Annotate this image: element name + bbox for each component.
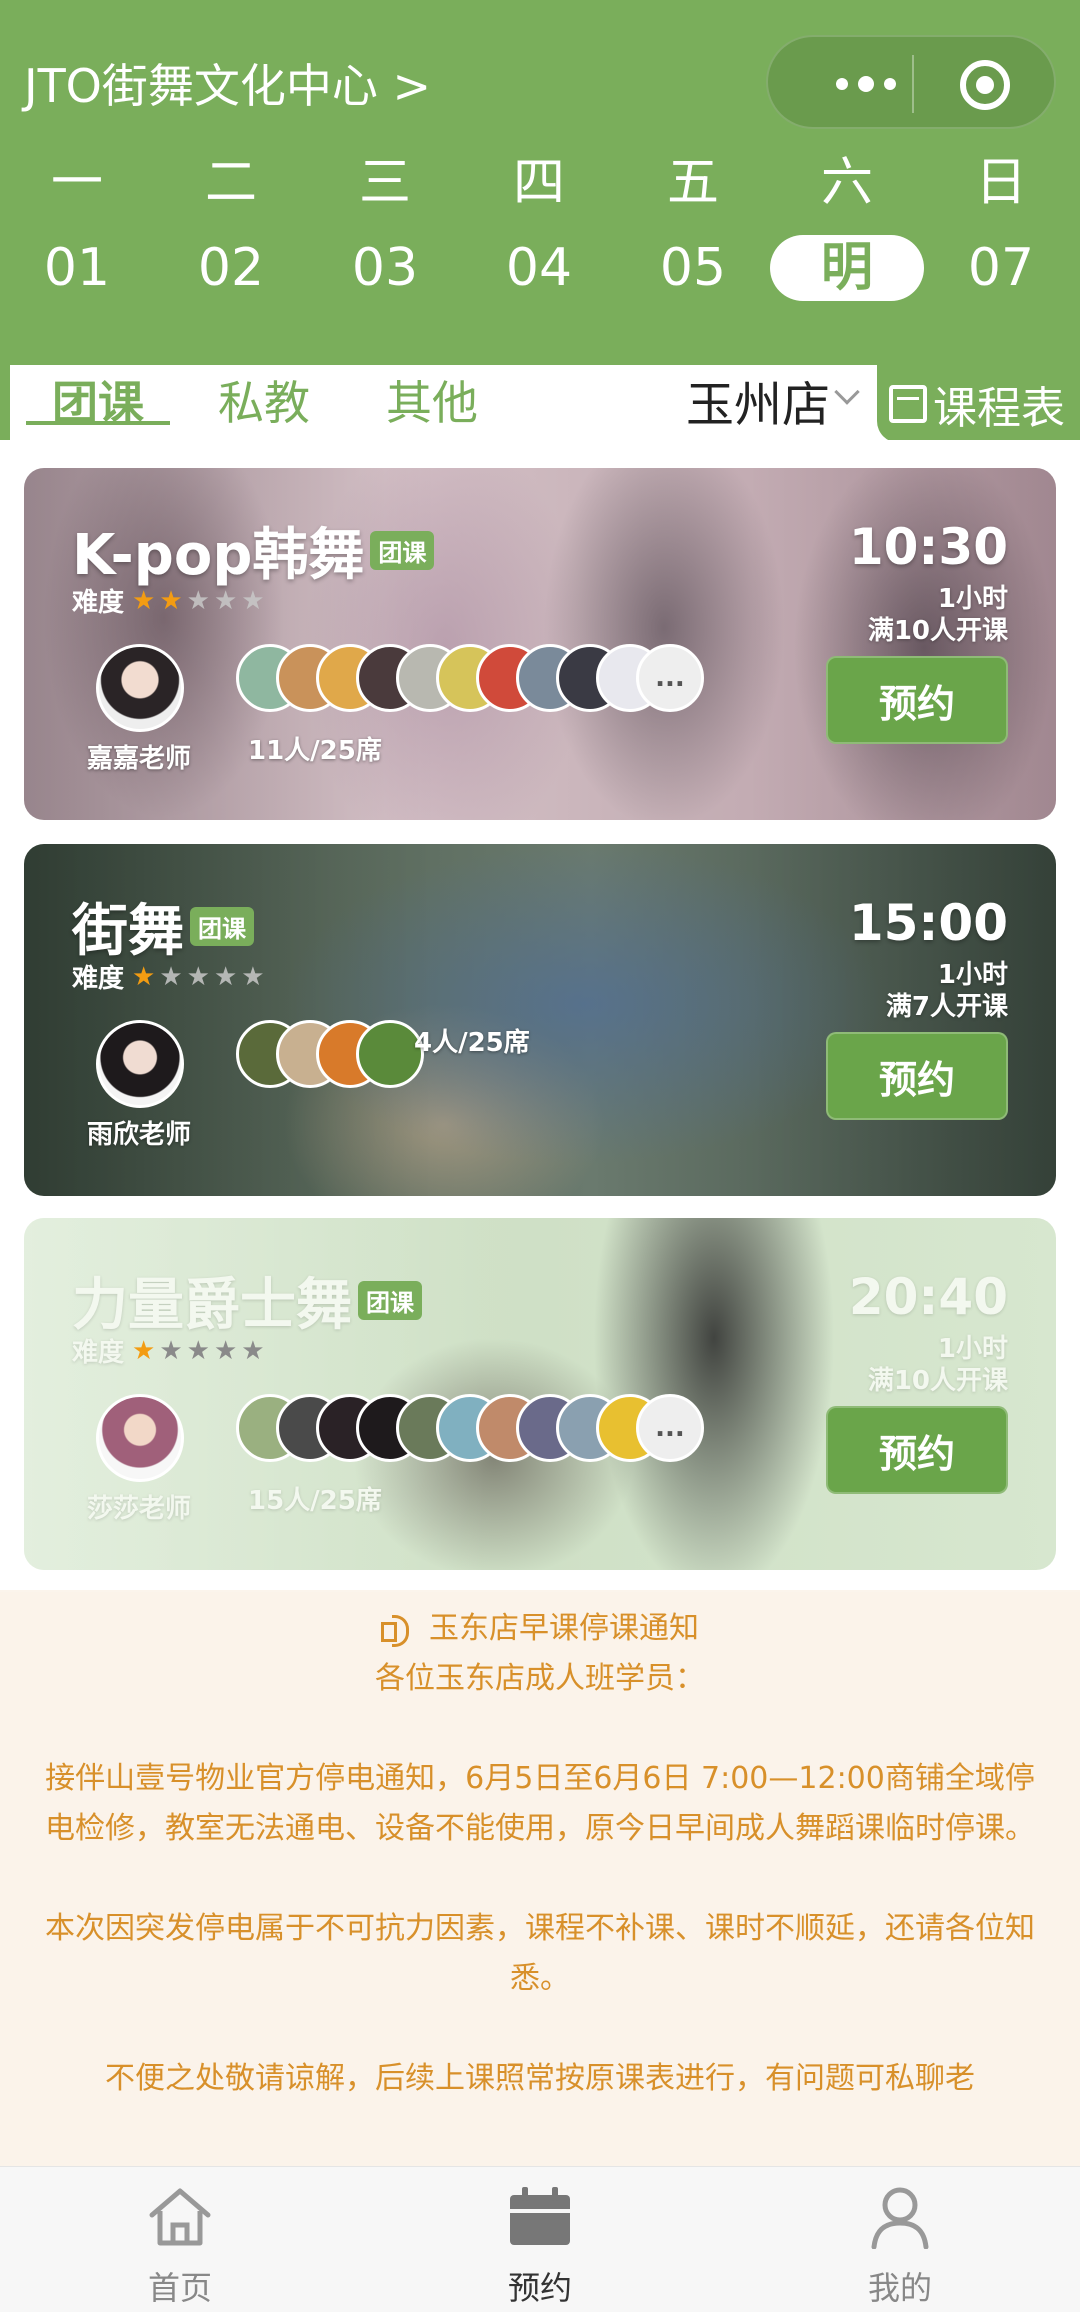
teacher-avatar[interactable] <box>96 644 184 732</box>
weekday-label: 三 <box>358 153 411 213</box>
capsule-divider <box>912 55 914 113</box>
header: JTO街舞文化中心 > 一 二 三 四 五 六 日 01 02 03 04 05… <box>0 0 1080 365</box>
book-button[interactable]: 预约 <box>826 656 1008 744</box>
course-type-badge: 团课 <box>190 907 254 947</box>
course-type-tabs: 团课 私教 其他 玉州店 课程表 <box>0 365 1080 443</box>
star-icon: ★ <box>241 585 265 616</box>
weekday-label: 二 <box>204 153 257 213</box>
difficulty-label: 难度 <box>72 1338 125 1368</box>
star-icon: ★ <box>132 585 156 616</box>
star-icon: ★ <box>241 1335 265 1366</box>
studio-title[interactable]: JTO街舞文化中心 > <box>24 50 431 116</box>
star-icon: ★ <box>186 961 210 992</box>
tab-left-accent <box>0 365 10 440</box>
min-enrollment: 满7人开课 <box>885 992 1008 1022</box>
nav-booking-label: 预约 <box>507 2269 572 2307</box>
seat-count: 4人/25席 <box>414 1028 530 1058</box>
star-icon: ★ <box>159 585 183 616</box>
star-icon: ★ <box>159 961 183 992</box>
notice-header: 玉东店早课停课通知 <box>0 1604 1080 1654</box>
date-item[interactable]: 04 <box>462 235 616 301</box>
notice-title: 玉东店早课停课通知 <box>429 1611 699 1646</box>
star-icon: ★ <box>132 961 156 992</box>
nav-home[interactable]: 首页 <box>0 2167 360 2312</box>
date-item[interactable]: 03 <box>308 235 462 301</box>
star-icon: ★ <box>213 1335 238 1366</box>
star-icon: ★ <box>213 585 238 616</box>
more-icon[interactable] <box>806 61 926 107</box>
user-icon <box>871 2187 929 2249</box>
schedule-label: 课程表 <box>933 383 1065 434</box>
nav-home-label: 首页 <box>147 2269 212 2307</box>
teacher-avatar[interactable] <box>96 1394 184 1482</box>
difficulty-label: 难度 <box>72 588 125 618</box>
date-item[interactable]: 02 <box>154 235 308 301</box>
nav-profile-label: 我的 <box>867 2269 932 2307</box>
weekday-label: 一 <box>50 153 103 213</box>
difficulty-rating: 难度 ★ ★ ★ ★ ★ <box>72 958 265 995</box>
chevron-down-icon[interactable] <box>834 379 860 405</box>
course-type-badge: 团课 <box>358 1281 422 1321</box>
notice-panel: 玉东店早课停课通知 各位玉东店成人班学员： 接伴山壹号物业官方停电通知，6月5日… <box>0 1592 1080 2166</box>
difficulty-label: 难度 <box>72 964 125 994</box>
course-time: 10:30 <box>848 518 1008 576</box>
notice-body: 各位玉东店成人班学员： 接伴山壹号物业官方停电通知，6月5日至6月6日 7:00… <box>45 1661 1035 2096</box>
course-time: 15:00 <box>848 894 1008 952</box>
date-item[interactable]: 05 <box>616 235 770 301</box>
weekday-label: 日 <box>974 153 1027 213</box>
star-icon: ★ <box>186 585 210 616</box>
star-icon: ★ <box>132 1335 156 1366</box>
course-card[interactable]: 街舞 团课 难度 ★ ★ ★ ★ ★ 雨欣老师 4人/25席 15:00 1小时 … <box>24 844 1056 1196</box>
mini-program-capsule <box>766 35 1056 129</box>
teacher-name: 雨欣老师 <box>86 1120 191 1150</box>
nav-profile[interactable]: 我的 <box>720 2167 1080 2312</box>
course-title: 力量爵士舞 团课 <box>72 1260 422 1341</box>
teacher-name: 莎莎老师 <box>86 1494 191 1524</box>
star-icon: ★ <box>186 1335 210 1366</box>
difficulty-rating: 难度 ★ ★ ★ ★ ★ <box>72 1332 265 1369</box>
course-card[interactable]: K-pop韩舞 团课 难度 ★ ★ ★ ★ ★ 嘉嘉老师 ... 11人/25席 … <box>24 468 1056 820</box>
calendar-icon <box>889 385 927 423</box>
book-button[interactable]: 预约 <box>826 1032 1008 1120</box>
weekday-label: 六 <box>820 153 873 213</box>
calendar-icon <box>510 2187 570 2245</box>
star-icon: ★ <box>159 1335 183 1366</box>
teacher-avatar[interactable] <box>96 1020 184 1108</box>
course-title: K-pop韩舞 团课 <box>72 510 435 591</box>
min-enrollment: 满10人开课 <box>867 1366 1008 1396</box>
schedule-button[interactable]: 课程表 <box>877 365 1080 443</box>
date-item-selected[interactable]: 明 <box>770 235 924 301</box>
date-item[interactable]: 01 <box>0 235 154 301</box>
book-button[interactable]: 预约 <box>826 1406 1008 1494</box>
tab-active-underline <box>26 421 170 425</box>
more-students-icon[interactable]: ... <box>636 644 704 712</box>
course-type-badge: 团课 <box>370 531 435 571</box>
tab-private[interactable]: 私教 <box>218 367 310 433</box>
close-target-icon[interactable] <box>960 60 1010 110</box>
star-icon: ★ <box>213 961 238 992</box>
star-icon: ★ <box>241 961 265 992</box>
course-title-text: K-pop韩舞 <box>72 523 365 588</box>
weekday-label: 四 <box>512 153 565 213</box>
date-item[interactable]: 07 <box>924 235 1078 301</box>
seat-count: 15人/25席 <box>248 1486 382 1516</box>
difficulty-rating: 难度 ★ ★ ★ ★ ★ <box>72 582 265 619</box>
course-title: 街舞 团课 <box>72 886 254 967</box>
store-selector[interactable]: 玉州店 <box>686 365 830 435</box>
tab-other[interactable]: 其他 <box>386 367 478 433</box>
more-students-icon[interactable]: ... <box>636 1394 704 1462</box>
home-icon <box>149 2188 211 2246</box>
min-enrollment: 满10人开课 <box>867 616 1008 646</box>
teacher-name: 嘉嘉老师 <box>86 744 191 774</box>
seat-count: 11人/25席 <box>248 736 382 766</box>
course-time: 20:40 <box>848 1268 1008 1326</box>
course-title-text: 街舞 <box>72 899 184 964</box>
nav-booking[interactable]: 预约 <box>360 2167 720 2312</box>
bottom-navigation: 首页 预约 我的 <box>0 2166 1080 2312</box>
speaker-icon <box>381 1613 415 1647</box>
course-card[interactable]: 力量爵士舞 团课 难度 ★ ★ ★ ★ ★ 莎莎老师 ... 15人/25席 20… <box>24 1218 1056 1570</box>
course-title-text: 力量爵士舞 <box>72 1273 352 1338</box>
weekday-label: 五 <box>666 153 719 213</box>
